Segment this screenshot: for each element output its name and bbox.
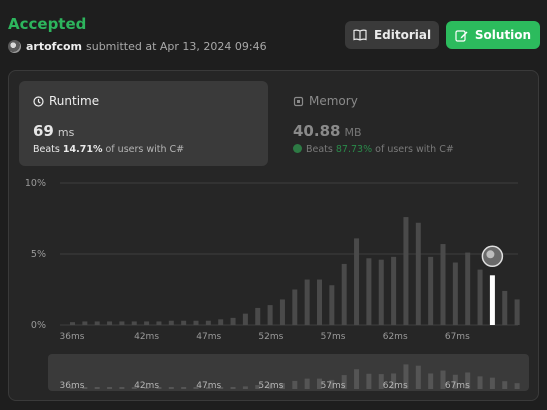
chart-bar	[440, 244, 446, 325]
x-tick-label: 42ms	[134, 332, 159, 342]
overview-bar	[292, 380, 298, 389]
chart-bar	[279, 299, 285, 325]
overview-bar	[477, 376, 483, 389]
chart-bar	[267, 305, 273, 325]
x-tick-label: 52ms	[258, 332, 283, 342]
overview-x-tick-label: 42ms	[134, 381, 159, 391]
chart-bar	[403, 217, 409, 325]
chart-bar	[181, 320, 187, 325]
chart-bar	[354, 238, 360, 325]
overview-x-tick-label: 47ms	[196, 381, 221, 391]
chart-bar	[329, 285, 335, 325]
overview-bar	[514, 383, 520, 389]
overview-bar	[502, 381, 508, 389]
overview-x-tick-label: 52ms	[258, 381, 283, 391]
overview-bar	[415, 365, 421, 389]
overview-x-tick-label: 67ms	[445, 381, 470, 391]
chart-bar	[514, 299, 520, 325]
y-tick-label: 10%	[25, 178, 46, 189]
chart-bar	[452, 262, 458, 325]
chart-bar	[156, 321, 162, 325]
chart-bar	[366, 258, 372, 325]
chart-bar	[415, 222, 421, 325]
overview-bar	[230, 387, 236, 389]
runtime-distribution-chart[interactable]: 36ms 42ms 47ms 52ms 57ms 62ms 67ms 0% 5% 10% 36m…	[0, 0, 547, 410]
chart-bar	[82, 321, 88, 325]
chart-grid	[60, 182, 518, 326]
chart-bar	[230, 317, 236, 325]
chart-bar	[107, 321, 113, 325]
chart-bar	[218, 319, 224, 325]
overview-bar	[119, 387, 125, 389]
chart-x-ticks: 36ms 42ms 47ms 52ms 57ms 62ms 67ms	[60, 332, 471, 342]
overview-bar	[304, 378, 310, 389]
overview-x-tick-label: 36ms	[60, 381, 85, 391]
chart-bar	[304, 279, 310, 325]
x-tick-label: 57ms	[321, 332, 346, 342]
chart-bar	[341, 263, 347, 325]
chart-bar	[292, 289, 298, 325]
chart-bar	[144, 321, 150, 325]
overview-bar	[168, 387, 174, 389]
overview-x-tick-label: 62ms	[383, 381, 408, 391]
chart-overview-scrollbar[interactable]: 36ms 42ms 47ms 52ms 57ms 62ms 67ms	[48, 354, 529, 391]
chart-y-ticks: 0% 5% 10%	[25, 178, 46, 331]
chart-bar	[477, 269, 483, 325]
y-tick-label: 5%	[31, 249, 46, 260]
avatar-face	[486, 250, 495, 259]
chart-bar	[70, 322, 75, 325]
overview-bar	[489, 377, 495, 389]
x-tick-label: 47ms	[196, 332, 221, 342]
overview-x-tick-label: 57ms	[321, 381, 346, 391]
chart-bar	[119, 321, 125, 325]
overview-bar	[181, 387, 187, 389]
chart-bar	[242, 313, 248, 325]
chart-bar	[502, 290, 508, 325]
x-tick-label: 67ms	[445, 332, 470, 342]
overview-bar	[354, 369, 360, 389]
overview-bar	[94, 387, 100, 389]
chart-bar	[317, 279, 322, 325]
overview-bar	[366, 373, 372, 389]
chart-bar	[255, 307, 261, 325]
chart-bar	[205, 320, 211, 325]
chart-bar	[465, 252, 471, 325]
chart-bar-yours	[489, 275, 495, 325]
chart-bar	[131, 321, 137, 325]
your-result-marker	[481, 245, 504, 268]
chart-bar	[428, 256, 434, 325]
chart-bar	[193, 320, 199, 325]
x-tick-label: 62ms	[383, 332, 408, 342]
chart-bars	[70, 217, 520, 325]
y-tick-label: 0%	[31, 320, 46, 331]
chart-bar	[94, 321, 100, 325]
overview-bar	[107, 387, 113, 389]
chart-bar	[391, 256, 397, 325]
chart-bar	[378, 259, 384, 325]
chart-bar	[168, 320, 174, 325]
overview-bar	[428, 373, 434, 389]
x-tick-label: 36ms	[60, 332, 85, 342]
overview-bar	[242, 386, 248, 389]
